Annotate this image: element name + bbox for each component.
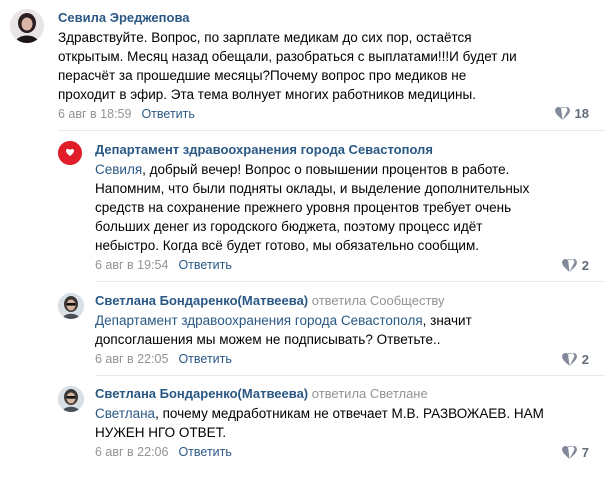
- comment-1: Севила Эреджепова Здравствуйте. Вопрос, …: [0, 0, 605, 130]
- like-count: 2: [581, 352, 589, 367]
- like-count: 2: [581, 258, 589, 273]
- comment-author[interactable]: Севила Эреджепова: [58, 10, 190, 25]
- comment-meta: 6 авг в 22:05 Ответить: [95, 352, 232, 366]
- comment-date[interactable]: 6 авг в 18:59: [58, 107, 131, 121]
- mention-link[interactable]: Светлана: [95, 406, 155, 421]
- text-line: Напомним, что были подняты оклады, и выд…: [95, 181, 530, 196]
- comment-text: Департамент здравоохранения города Севас…: [95, 311, 595, 349]
- comment-text: Светлана, почему медработникам не отвеча…: [95, 404, 595, 442]
- avatar-photo-icon: [10, 9, 44, 43]
- avatar-svetlana[interactable]: [58, 386, 84, 412]
- text-line: Светлана, почему медработникам не отвеча…: [95, 406, 544, 421]
- reply-button[interactable]: Ответить: [141, 107, 194, 121]
- reply-button[interactable]: Ответить: [178, 352, 231, 366]
- comment-author: Светлана Бондаренко(Матвеева) ответила С…: [95, 386, 428, 401]
- comment-text: Здравствуйте. Вопрос, по зарплате медика…: [58, 28, 588, 104]
- heart-icon: [561, 353, 577, 366]
- comment-meta: 6 авг в 22:06 Ответить: [95, 445, 232, 459]
- author-name[interactable]: Светлана Бондаренко(Матвеева): [95, 386, 308, 401]
- text-line: средств на сохранение прежнего уровня пр…: [95, 200, 512, 215]
- text-line: перасчёт за прошедшие месяцы?Почему вопр…: [58, 68, 467, 83]
- like-button[interactable]: 2: [561, 258, 589, 273]
- avatar-photo-icon: [58, 293, 84, 319]
- like-button[interactable]: 2: [561, 352, 589, 367]
- text-line: открытым. Месяц назад обещали, разобрать…: [58, 49, 517, 64]
- mention-link[interactable]: Департамент здравоохранения города Севас…: [95, 313, 423, 328]
- reply-to-label[interactable]: ответила Светлане: [312, 386, 428, 401]
- text-line: Здравствуйте. Вопрос, по зарплате медика…: [58, 30, 472, 45]
- reply-to-label[interactable]: ответила Сообществу: [312, 293, 445, 308]
- text-line: Департамент здравоохранения города Севас…: [95, 313, 472, 328]
- text-line: допсоглашения мы можем не подписывать? О…: [95, 332, 441, 347]
- text-line: больших денег из городского бюджета, поэ…: [95, 219, 483, 234]
- avatar-photo-icon: [58, 386, 84, 412]
- avatar-sevila[interactable]: [10, 9, 44, 43]
- reply-button[interactable]: Ответить: [178, 258, 231, 272]
- comment-meta: 6 авг в 18:59 Ответить: [58, 107, 195, 121]
- text-line: Севиля, добрый вечер! Вопрос о повышении…: [95, 162, 510, 177]
- comment-date[interactable]: 6 авг в 22:06: [95, 445, 168, 459]
- mention-link[interactable]: Севиля: [95, 162, 142, 177]
- author-name[interactable]: Светлана Бондаренко(Матвеева): [95, 293, 308, 308]
- heart-icon: [554, 107, 570, 120]
- heart-icon: [561, 259, 577, 272]
- comment-2: Департамент здравоохранения города Севас…: [0, 131, 605, 281]
- text-line: небыстро. Когда всё будет готово, мы обя…: [95, 238, 480, 253]
- text-line: проходит в эфир. Эта тема волнует многих…: [58, 87, 476, 102]
- like-count: 7: [581, 445, 589, 460]
- reply-button[interactable]: Ответить: [178, 445, 231, 459]
- health-cross-logo-icon: [58, 141, 82, 165]
- comment-text: Севиля, добрый вечер! Вопрос о повышении…: [95, 160, 595, 255]
- comment-date[interactable]: 6 авг в 19:54: [95, 258, 168, 272]
- comment-meta: 6 авг в 19:54 Ответить: [95, 258, 232, 272]
- comment-4: Светлана Бондаренко(Матвеева) ответила С…: [0, 376, 605, 478]
- like-button[interactable]: 18: [554, 106, 589, 121]
- comment-date[interactable]: 6 авг в 22:05: [95, 352, 168, 366]
- like-count: 18: [574, 106, 589, 121]
- avatar-department[interactable]: [58, 141, 82, 165]
- comment-3: Светлана Бондаренко(Матвеева) ответила С…: [0, 282, 605, 375]
- heart-icon: [561, 446, 577, 459]
- comment-author[interactable]: Департамент здравоохранения города Севас…: [95, 142, 433, 157]
- avatar-svetlana[interactable]: [58, 293, 84, 319]
- like-button[interactable]: 7: [561, 445, 589, 460]
- text-line: НУЖЕН НГО ОТВЕТ.: [95, 425, 227, 440]
- comment-author: Светлана Бондаренко(Матвеева) ответила С…: [95, 293, 445, 308]
